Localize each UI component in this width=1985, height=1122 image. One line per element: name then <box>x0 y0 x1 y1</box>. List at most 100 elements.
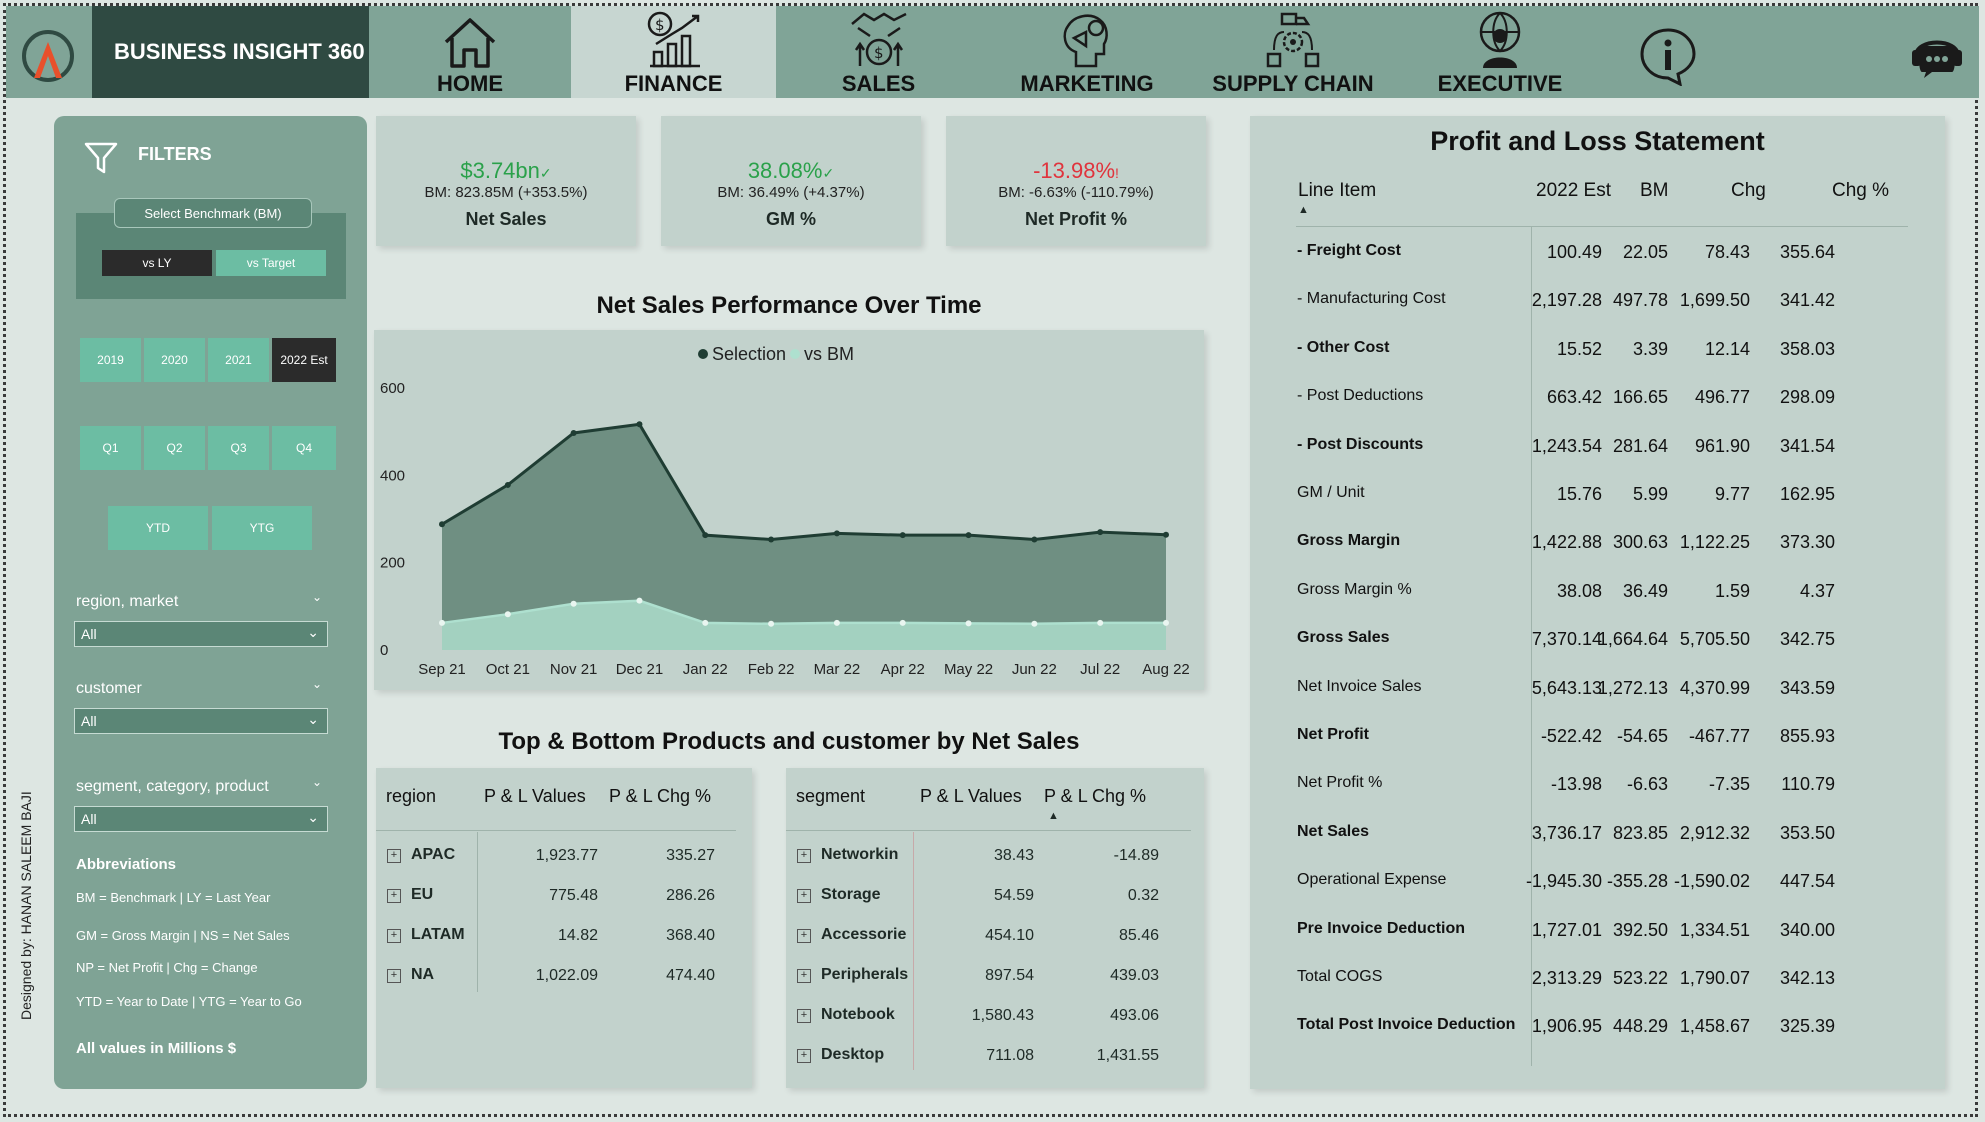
data-point[interactable] <box>768 620 775 627</box>
data-point[interactable] <box>965 620 972 627</box>
pnl-row[interactable]: - Manufacturing Cost 2,197.28 497.78 1,699.… <box>1250 280 1945 328</box>
expand-icon[interactable]: + <box>797 1049 811 1063</box>
pnl-row[interactable]: Total Post Invoice Deduction 1,906.95 448.… <box>1250 1006 1945 1054</box>
data-point[interactable] <box>1163 619 1169 626</box>
nav-marketing[interactable]: MARKETING <box>981 6 1193 98</box>
column-header[interactable]: 2022 Est <box>1536 180 1611 202</box>
expand-icon[interactable]: + <box>387 929 401 943</box>
expand-icon[interactable]: + <box>387 849 401 863</box>
chevron-down-icon[interactable]: ⌄ <box>312 677 322 691</box>
expand-icon[interactable]: + <box>797 889 811 903</box>
nav-sales[interactable]: $ SALES <box>776 6 981 98</box>
table-row[interactable]: + Storage 54.59 0.32 <box>786 884 1204 924</box>
data-point[interactable] <box>702 619 709 626</box>
vs-ly-toggle[interactable]: vs LY <box>102 250 212 276</box>
pnl-row[interactable]: Operational Expense -1,945.30 -355.28 -1,59… <box>1250 861 1945 909</box>
pnl-row[interactable]: - Freight Cost 100.49 22.05 78.43 355.64 <box>1250 232 1945 280</box>
table-row[interactable]: + Accessorie 454.10 85.46 <box>786 924 1204 964</box>
column-header[interactable]: P & L Values <box>484 786 586 807</box>
column-header[interactable]: P & L Values <box>920 786 1022 807</box>
year-2019[interactable]: 2019 <box>80 338 141 382</box>
nav-executive[interactable]: EXECUTIVE <box>1393 6 1607 98</box>
data-point[interactable] <box>439 521 445 528</box>
pnl-row[interactable]: - Post Discounts 1,243.54 281.64 961.90 341.… <box>1250 426 1945 474</box>
expand-icon[interactable]: + <box>387 889 401 903</box>
pnl-row[interactable]: - Post Deductions 663.42 166.65 496.77 298.0… <box>1250 377 1945 425</box>
pnl-row[interactable]: Gross Margin % 38.08 36.49 1.59 4.37 <box>1250 571 1945 619</box>
data-point[interactable] <box>439 619 445 626</box>
ytg-button[interactable]: YTG <box>212 506 312 550</box>
column-header[interactable]: Chg <box>1731 180 1766 202</box>
chevron-down-icon[interactable]: ⌄ <box>312 775 322 789</box>
data-point[interactable] <box>504 481 511 488</box>
expand-icon[interactable]: + <box>797 1009 811 1023</box>
data-point[interactable] <box>1097 529 1104 536</box>
customer-dropdown[interactable]: All ⌄ <box>74 708 328 734</box>
year-2020[interactable]: 2020 <box>144 338 205 382</box>
pnl-row[interactable]: Gross Margin 1,422.88 300.63 1,122.25 373.30 <box>1250 522 1945 570</box>
column-header[interactable]: region <box>386 786 436 807</box>
column-header[interactable]: Line Item <box>1298 180 1376 202</box>
table-row[interactable]: + Networkin 38.43 -14.89 <box>786 844 1204 884</box>
pnl-row[interactable]: Net Sales 3,736.17 823.85 2,912.32 353.50 <box>1250 813 1945 861</box>
data-point[interactable] <box>899 532 906 539</box>
segment-dropdown[interactable]: All ⌄ <box>74 806 328 832</box>
nav-home[interactable]: HOME <box>369 6 571 98</box>
nav-finance[interactable]: $ FINANCE <box>571 6 776 98</box>
data-point[interactable] <box>899 619 906 626</box>
data-point[interactable] <box>636 421 643 428</box>
pnl-row[interactable]: Net Profit % -13.98 -6.63 -7.35 110.79 <box>1250 764 1945 812</box>
data-point[interactable] <box>1031 620 1038 627</box>
data-point[interactable] <box>504 611 511 618</box>
pnl-row[interactable]: Net Invoice Sales 5,643.13 1,272.13 4,370.9… <box>1250 668 1945 716</box>
expand-icon[interactable]: + <box>797 929 811 943</box>
column-header[interactable]: Chg % <box>1832 180 1889 202</box>
x-tick-label: Apr 22 <box>881 661 925 678</box>
table-row[interactable]: + Desktop 711.08 1,431.55 <box>786 1044 1204 1084</box>
data-point[interactable] <box>1031 536 1038 543</box>
data-point[interactable] <box>1097 619 1104 626</box>
table-row[interactable]: + NA 1,022.09 474.40 <box>376 964 752 1004</box>
data-point[interactable] <box>702 532 709 539</box>
table-row[interactable]: + EU 775.48 286.26 <box>376 884 752 924</box>
quarter-q3[interactable]: Q3 <box>208 426 269 470</box>
expand-icon[interactable]: + <box>797 849 811 863</box>
year-2022-est[interactable]: 2022 Est <box>272 338 336 382</box>
chat-support-button[interactable] <box>1908 28 1966 82</box>
pnl-row[interactable]: GM / Unit 15.76 5.99 9.77 162.95 <box>1250 474 1945 522</box>
pnl-row[interactable]: Pre Invoice Deduction 1,727.01 392.50 1,334… <box>1250 910 1945 958</box>
data-point[interactable] <box>570 600 577 607</box>
expand-icon[interactable]: + <box>387 969 401 983</box>
pnl-row[interactable]: Gross Sales 7,370.14 1,664.64 5,705.50 342.7… <box>1250 619 1945 667</box>
pnl-row[interactable]: Net Profit -522.42 -54.65 -467.77 855.93 <box>1250 716 1945 764</box>
data-point[interactable] <box>833 530 840 537</box>
info-button[interactable] <box>1636 26 1700 87</box>
pnl-row[interactable]: - Other Cost 15.52 3.39 12.14 358.03 <box>1250 329 1945 377</box>
column-header[interactable]: BM <box>1640 180 1669 202</box>
table-row[interactable]: + Notebook 1,580.43 493.06 <box>786 1004 1204 1044</box>
quarter-q2[interactable]: Q2 <box>144 426 205 470</box>
chevron-down-icon[interactable]: ⌄ <box>312 590 322 604</box>
data-point[interactable] <box>570 429 577 436</box>
data-point[interactable] <box>768 536 775 543</box>
table-row[interactable]: + APAC 1,923.77 335.27 <box>376 844 752 884</box>
table-row[interactable]: + Peripherals 897.54 439.03 <box>786 964 1204 1004</box>
ytd-button[interactable]: YTD <box>108 506 208 550</box>
year-2021[interactable]: 2021 <box>208 338 269 382</box>
table-row[interactable]: + LATAM 14.82 368.40 <box>376 924 752 964</box>
column-header[interactable]: P & L Chg % <box>609 786 711 807</box>
column-header[interactable]: P & L Chg % <box>1044 786 1146 807</box>
data-point[interactable] <box>1163 531 1169 538</box>
data-point[interactable] <box>965 532 972 539</box>
quarter-q4[interactable]: Q4 <box>272 426 336 470</box>
region-dropdown[interactable]: All ⌄ <box>74 621 328 647</box>
column-header[interactable]: segment <box>796 786 865 807</box>
quarter-q1[interactable]: Q1 <box>80 426 141 470</box>
vs-target-toggle[interactable]: vs Target <box>216 250 326 276</box>
pnl-row[interactable]: Total COGS 2,313.29 523.22 1,790.07 342.13 <box>1250 958 1945 1006</box>
data-point[interactable] <box>833 619 840 626</box>
expand-icon[interactable]: + <box>797 969 811 983</box>
check-icon: ✓ <box>822 165 835 181</box>
data-point[interactable] <box>636 597 643 604</box>
nav-supply-chain[interactable]: SUPPLY CHAIN <box>1193 6 1393 98</box>
